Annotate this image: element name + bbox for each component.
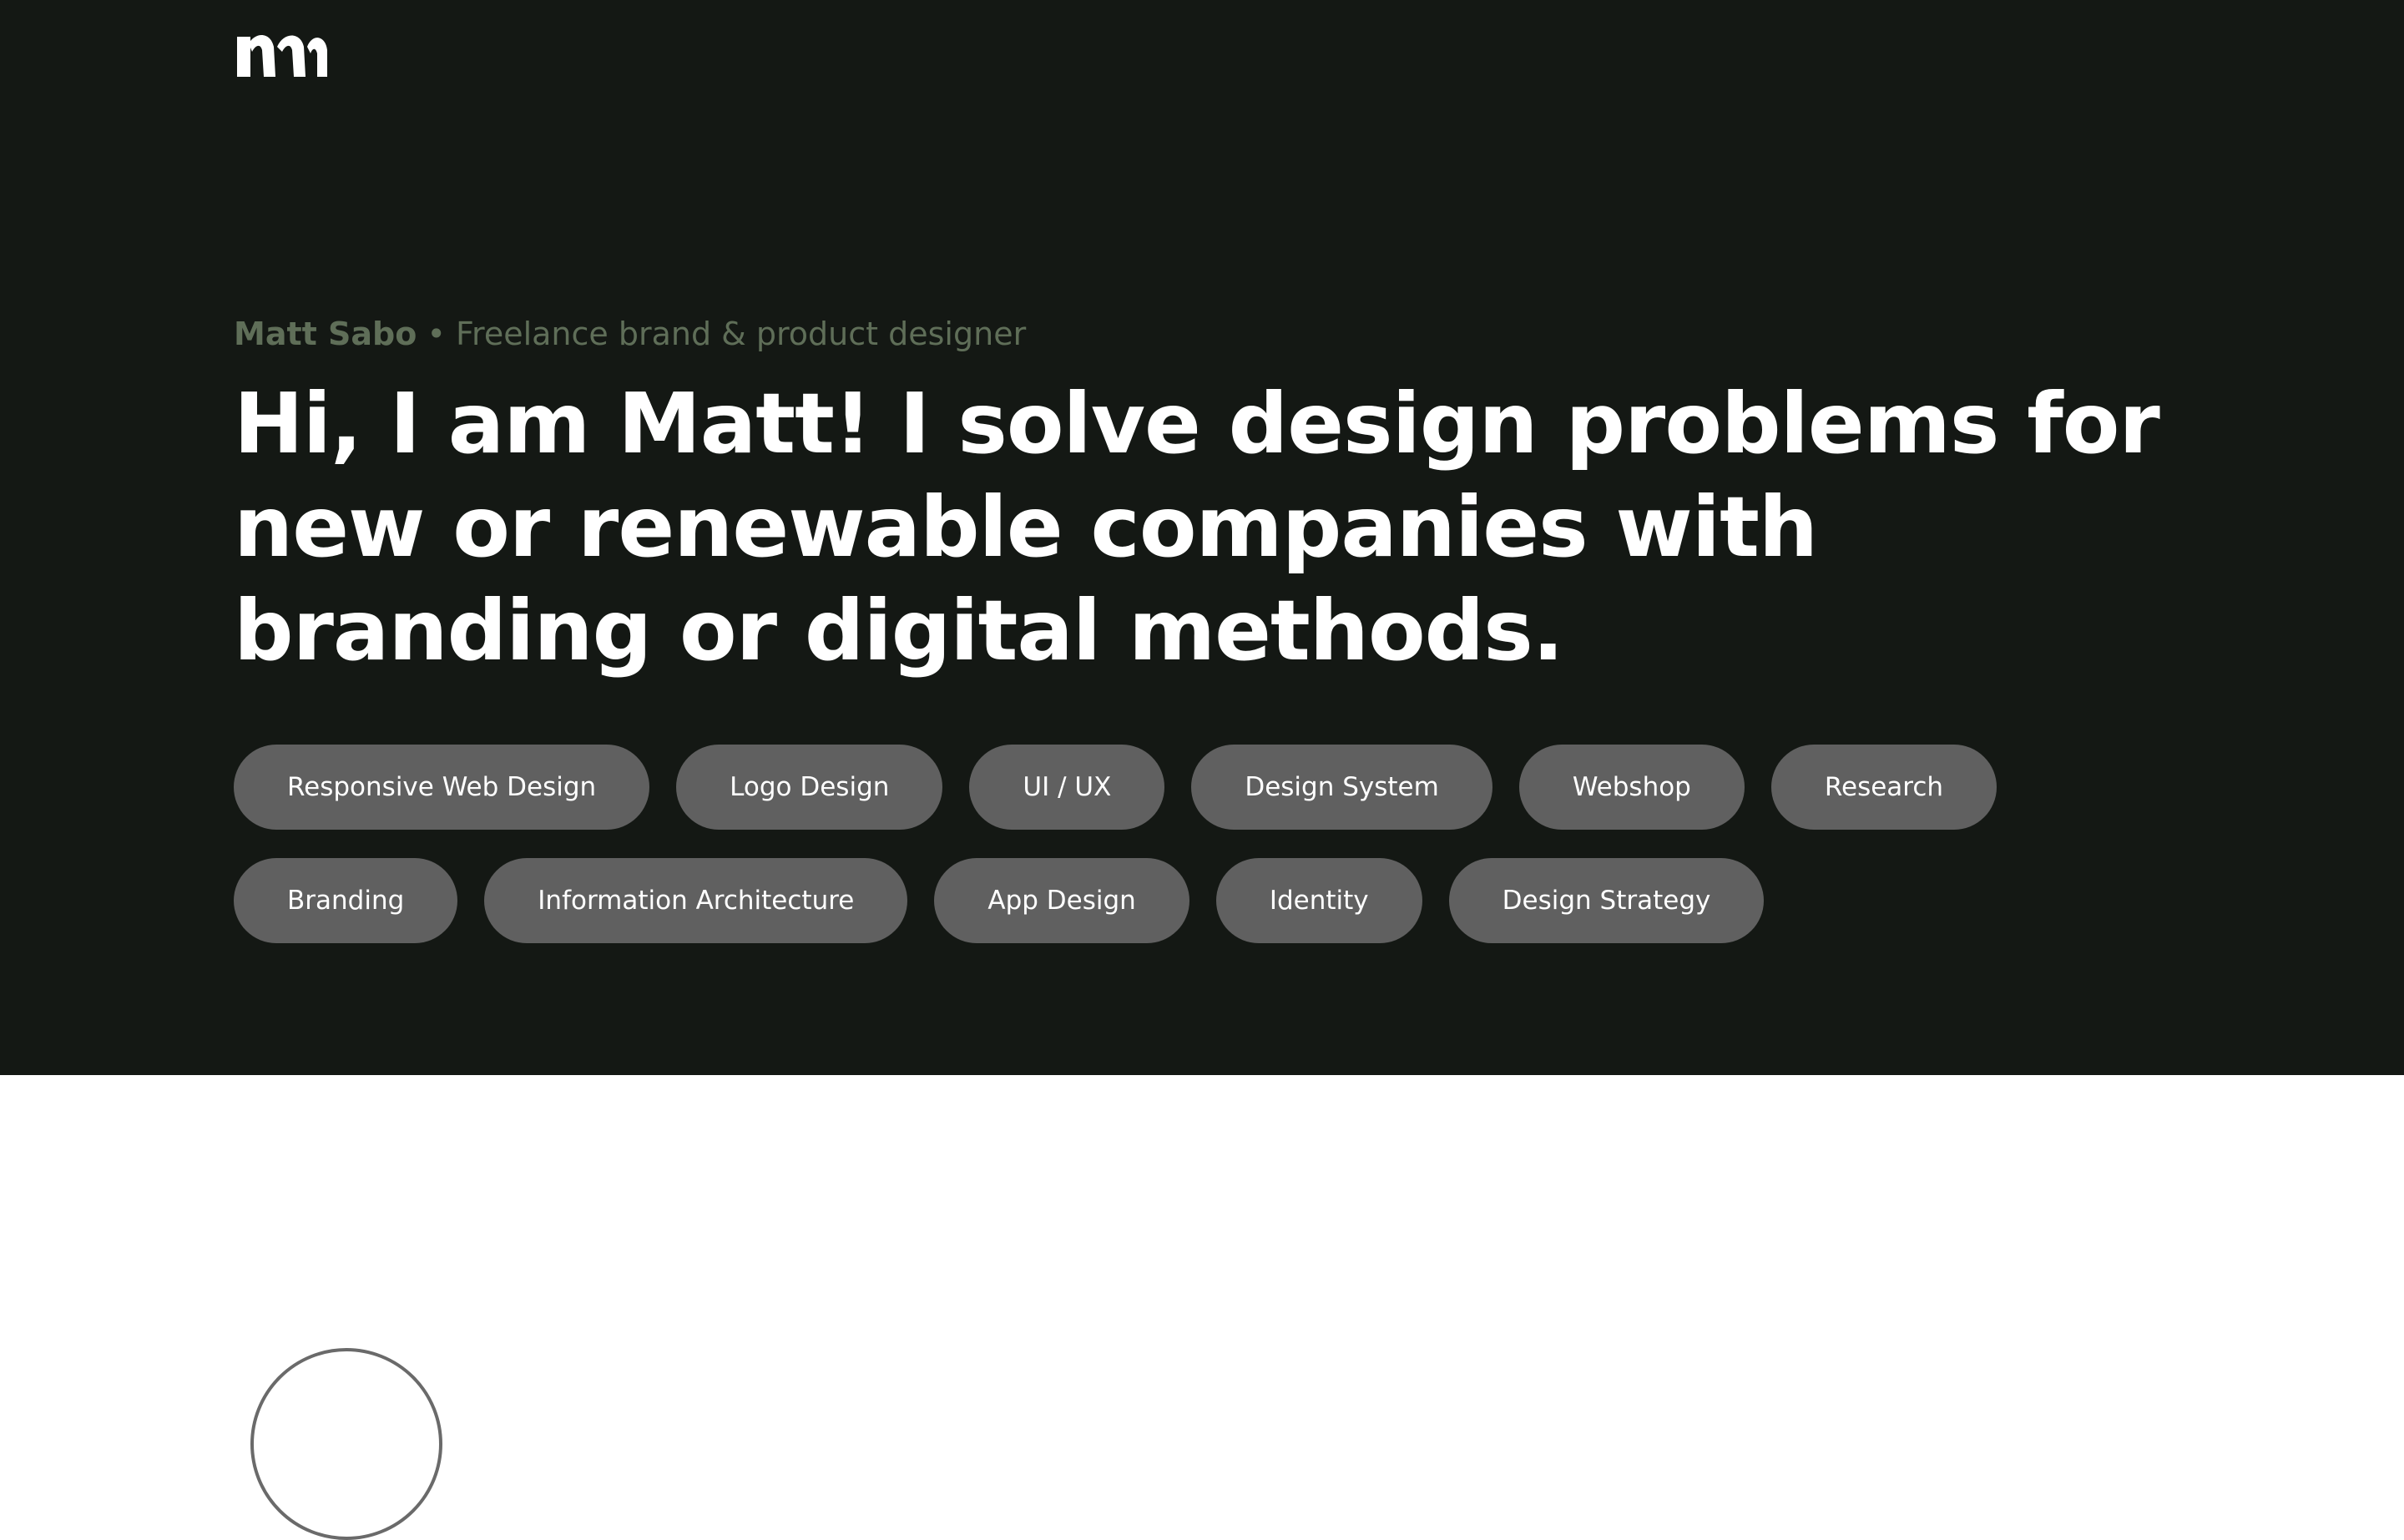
tag-responsive-web-design[interactable]: Responsive Web Design [234, 745, 650, 830]
hero-section: Matt Sabo • Freelance brand & product de… [0, 0, 2404, 1075]
tag-webshop[interactable]: Webshop [1518, 745, 1745, 830]
designer-role: Freelance brand & product designer [455, 316, 1027, 352]
hero-headline: Hi, I am Matt! I solve design problems f… [234, 375, 2160, 679]
tag-design-strategy[interactable]: Design Strategy [1448, 858, 1765, 943]
service-tags: Responsive Web Design Logo Design UI / U… [234, 745, 2237, 972]
avatar [250, 1348, 442, 1540]
m-wave-logo-icon[interactable] [234, 28, 331, 80]
tag-ui-ux[interactable]: UI / UX [969, 745, 1165, 830]
intro-separator: • [427, 316, 446, 352]
tag-design-system[interactable]: Design System [1191, 745, 1492, 830]
tag-information-architecture[interactable]: Information Architecture [484, 858, 908, 943]
tag-logo-design[interactable]: Logo Design [676, 745, 943, 830]
intro-line: Matt Sabo • Freelance brand & product de… [234, 311, 1026, 357]
tag-identity[interactable]: Identity [1215, 858, 1422, 943]
next-section [0, 1075, 2404, 1540]
tag-row-1: Responsive Web Design Logo Design UI / U… [234, 745, 2237, 830]
tag-app-design[interactable]: App Design [934, 858, 1189, 943]
designer-name: Matt Sabo [234, 316, 417, 352]
tag-research[interactable]: Research [1770, 745, 1997, 830]
tag-branding[interactable]: Branding [234, 858, 458, 943]
tag-row-2: Branding Information Architecture App De… [234, 858, 2237, 943]
